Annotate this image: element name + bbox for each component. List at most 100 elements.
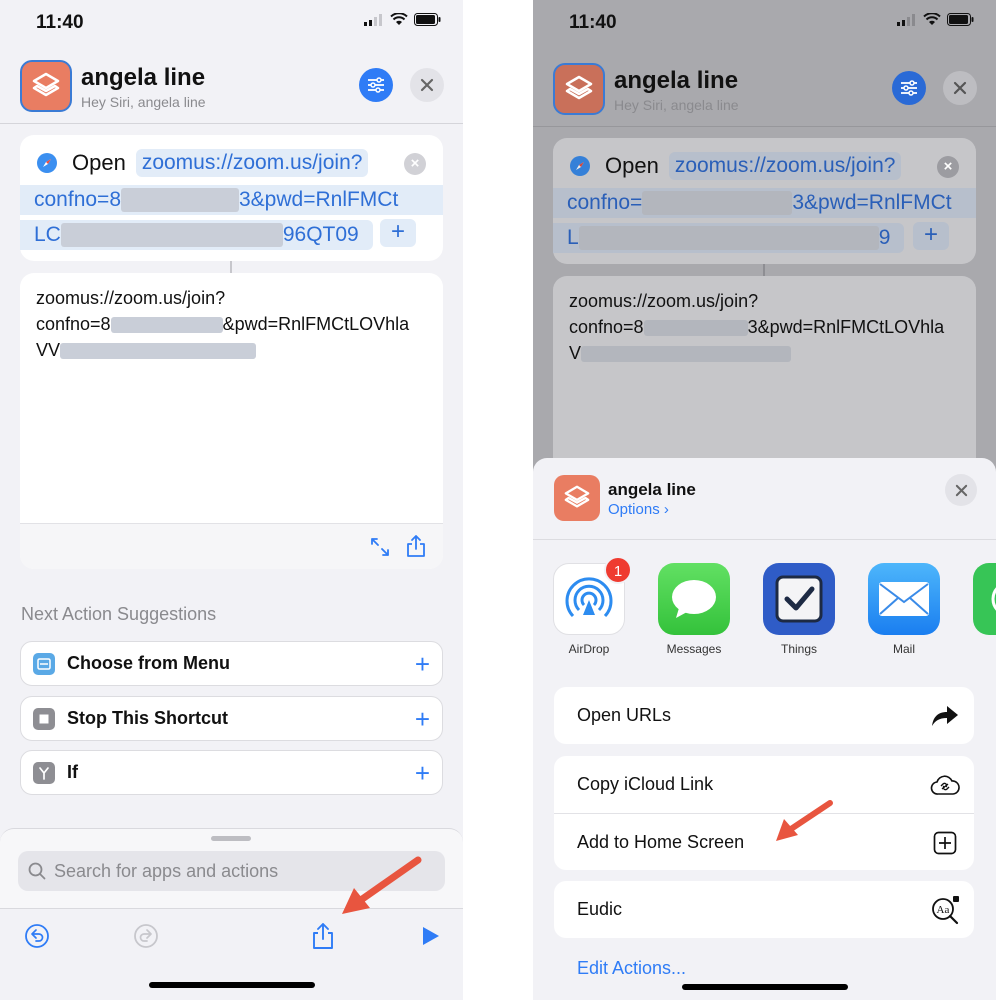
suggestion-choose-from-menu[interactable]: Choose from Menu + bbox=[20, 641, 443, 686]
action-add-to-home-screen[interactable]: Add to Home Screen bbox=[554, 813, 974, 870]
status-icons bbox=[364, 13, 441, 26]
shortcut-title[interactable]: angela line bbox=[81, 64, 205, 92]
status-bar: 11:40 bbox=[533, 0, 996, 44]
settings-button[interactable] bbox=[359, 68, 393, 102]
action-group-links: Copy iCloud Link Add to Home Screen bbox=[554, 756, 974, 870]
left-screenshot: 11:40 angela line Hey Siri, angela line … bbox=[0, 0, 463, 1000]
action-label: Eudic bbox=[577, 899, 623, 919]
mail-icon bbox=[879, 582, 929, 616]
shortcuts-app-icon[interactable] bbox=[20, 60, 72, 112]
share-sheet-header: angela line Options › bbox=[533, 458, 996, 540]
wifi-icon bbox=[390, 13, 408, 25]
url-token-line3[interactable]: LC 96QT09 bbox=[20, 220, 373, 250]
add-square-icon bbox=[930, 828, 960, 858]
add-suggestion-plus-icon[interactable]: + bbox=[415, 704, 430, 735]
edit-actions-link[interactable]: Edit Actions... bbox=[577, 958, 686, 979]
run-button[interactable] bbox=[415, 921, 445, 951]
text-output-content[interactable]: zoomus://zoom.us/join? confno=8 &pwd=Rnl… bbox=[36, 285, 431, 363]
home-indicator bbox=[148, 982, 315, 988]
safari-icon bbox=[37, 153, 57, 173]
close-icon bbox=[955, 484, 967, 496]
things-checkbox-icon bbox=[775, 575, 823, 623]
share-app-airdrop[interactable]: 1 AirDrop bbox=[544, 556, 634, 656]
url-token-line1[interactable]: zoomus://zoom.us/join? bbox=[135, 149, 369, 177]
action-copy-icloud-link[interactable]: Copy iCloud Link bbox=[554, 756, 974, 813]
battery-icon bbox=[947, 13, 974, 26]
clear-url-button[interactable]: × bbox=[404, 153, 426, 175]
share-icon[interactable] bbox=[406, 534, 426, 558]
undo-icon bbox=[25, 924, 49, 948]
open-url-action[interactable]: Open zoomus://zoom.us/join? × confno=8 3… bbox=[20, 135, 443, 261]
add-variable-button: + bbox=[913, 222, 949, 250]
dictionary-lookup-icon: Aa bbox=[930, 895, 960, 925]
status-icons bbox=[897, 13, 974, 26]
open-verb: Open bbox=[605, 153, 659, 178]
app-label: W bbox=[964, 642, 996, 656]
action-eudic[interactable]: Eudic Aa bbox=[554, 881, 974, 938]
action-search-sheet bbox=[0, 828, 463, 908]
add-variable-button[interactable]: + bbox=[380, 219, 416, 247]
next-action-suggestions-title: Next Action Suggestions bbox=[21, 604, 217, 624]
search-icon bbox=[28, 862, 46, 880]
shortcut-subtitle: Hey Siri, angela line bbox=[614, 97, 739, 113]
editor-toolbar bbox=[0, 908, 463, 1000]
redo-button[interactable] bbox=[131, 921, 161, 951]
status-bar: 11:40 bbox=[0, 0, 463, 44]
close-button[interactable] bbox=[410, 68, 444, 102]
text-output-footer bbox=[20, 523, 443, 569]
suggestion-if[interactable]: If + bbox=[20, 750, 443, 795]
action-group-open: Open URLs bbox=[554, 687, 974, 744]
wifi-icon bbox=[923, 13, 941, 25]
play-icon bbox=[423, 927, 439, 945]
add-suggestion-plus-icon[interactable]: + bbox=[415, 758, 430, 789]
action-connector bbox=[763, 264, 765, 276]
app-label: AirDrop bbox=[568, 642, 610, 656]
share-app-whatsapp[interactable]: W bbox=[964, 563, 996, 656]
search-input[interactable] bbox=[54, 860, 414, 882]
share-app-things[interactable]: Things bbox=[754, 563, 844, 656]
suggestion-label: Stop This Shortcut bbox=[67, 708, 228, 728]
search-field[interactable] bbox=[18, 851, 445, 891]
expand-icon[interactable] bbox=[370, 537, 390, 557]
close-icon bbox=[420, 78, 434, 92]
open-url-action: Open zoomus://zoom.us/join? × confno= 3&… bbox=[553, 138, 976, 264]
text-output-card: zoomus://zoom.us/join? confno=8 3&pwd=Rn… bbox=[553, 276, 976, 476]
close-button bbox=[943, 71, 977, 105]
shortcuts-app-icon bbox=[553, 63, 605, 115]
share-close-button[interactable] bbox=[945, 474, 977, 506]
safari-icon bbox=[570, 156, 590, 176]
menu-icon bbox=[33, 652, 55, 675]
url-token-line2: confno= 3&pwd=RnlFMCt bbox=[553, 188, 976, 218]
suggestion-label: Choose from Menu bbox=[67, 653, 231, 673]
clear-url-button: × bbox=[937, 156, 959, 178]
options-link[interactable]: Options › bbox=[608, 501, 669, 518]
status-time: 11:40 bbox=[569, 12, 617, 33]
action-open-urls[interactable]: Open URLs bbox=[554, 687, 974, 744]
forward-arrow-icon bbox=[930, 701, 960, 731]
close-icon bbox=[953, 81, 967, 95]
airdrop-badge: 1 bbox=[604, 556, 632, 584]
add-suggestion-plus-icon[interactable]: + bbox=[415, 649, 430, 680]
share-shortcut-button[interactable] bbox=[308, 921, 338, 951]
share-app-mail[interactable]: Mail bbox=[859, 563, 949, 656]
share-sheet-title: angela line bbox=[608, 480, 696, 499]
chat-bubble-icon bbox=[991, 587, 996, 611]
shortcut-subtitle: Hey Siri, angela line bbox=[81, 94, 206, 110]
suggestion-label: If bbox=[67, 762, 78, 782]
text-output-card[interactable]: zoomus://zoom.us/join? confno=8 &pwd=Rnl… bbox=[20, 273, 443, 569]
url-token-line2[interactable]: confno=8 3&pwd=RnlFMCt bbox=[20, 185, 443, 215]
home-indicator bbox=[681, 984, 848, 990]
settings-button bbox=[892, 71, 926, 105]
sheet-grabber[interactable] bbox=[211, 836, 251, 841]
action-connector bbox=[230, 261, 232, 273]
action-label: Add to Home Screen bbox=[577, 831, 745, 852]
suggestion-stop-this-shortcut[interactable]: Stop This Shortcut + bbox=[20, 696, 443, 741]
share-app-messages[interactable]: Messages bbox=[649, 563, 739, 656]
shortcut-title: angela line bbox=[614, 67, 739, 94]
undo-button[interactable] bbox=[22, 921, 52, 951]
url-token-line1: zoomus://zoom.us/join? bbox=[668, 152, 902, 180]
shortcut-header: angela line Hey Siri, angela line bbox=[533, 47, 996, 127]
action-label: Copy iCloud Link bbox=[577, 774, 714, 794]
battery-icon bbox=[414, 13, 441, 26]
cloud-link-icon bbox=[930, 770, 960, 800]
